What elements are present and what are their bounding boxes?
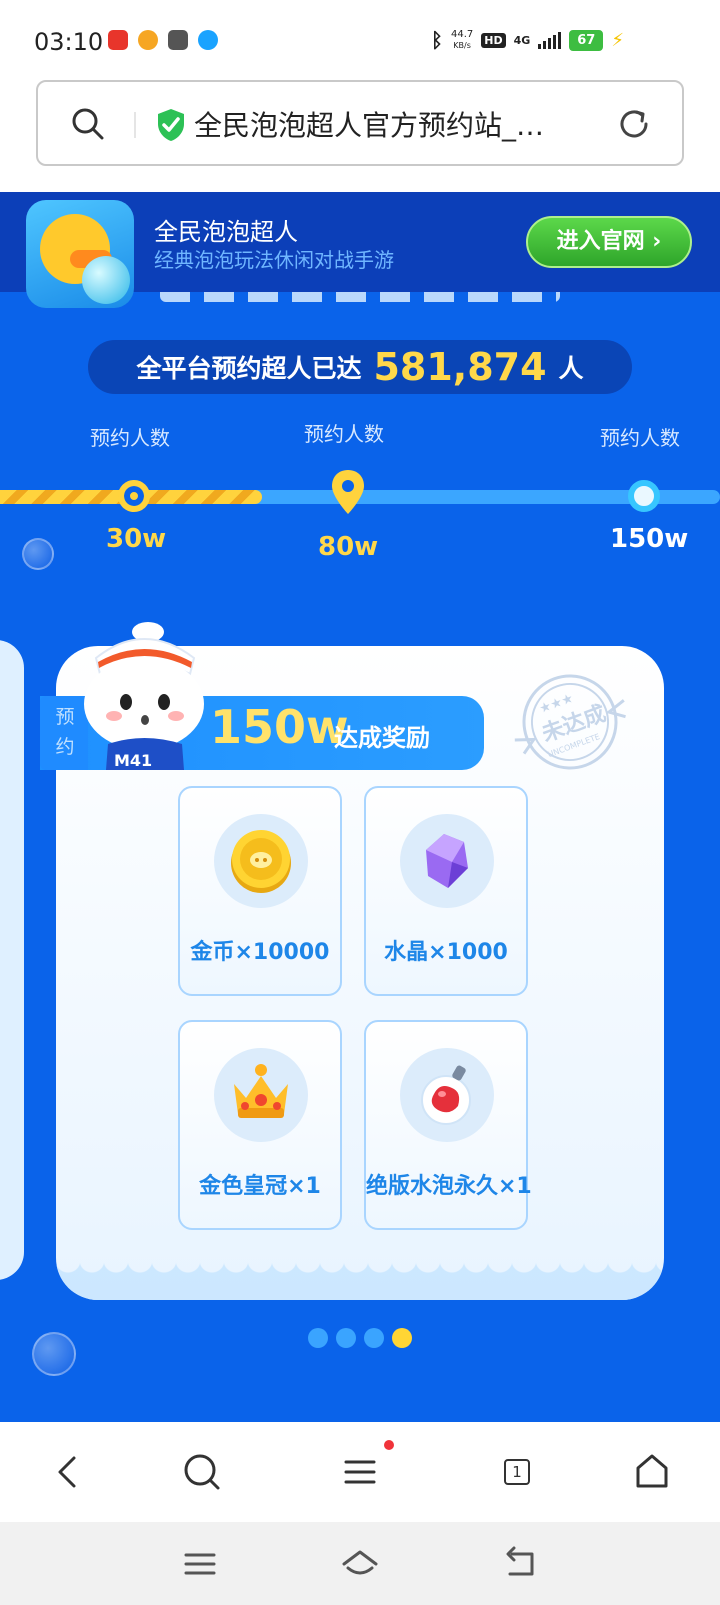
reload-icon[interactable] <box>616 106 652 146</box>
milestone-label-2: 预约人数 <box>304 422 384 446</box>
recent-apps-icon[interactable] <box>180 1544 220 1584</box>
netease-music-icon <box>108 30 128 50</box>
partial-headline <box>160 292 560 302</box>
system-navigation-bar <box>0 1522 720 1605</box>
app-description: 经典泡泡玩法休闲对战手游 <box>154 248 394 272</box>
back-icon[interactable] <box>48 1452 88 1492</box>
hd-badge: HD <box>481 32 506 48</box>
milestone-dot-150w <box>628 480 660 512</box>
menu-notification-dot <box>384 1440 394 1450</box>
gold-coin-icon <box>228 828 294 898</box>
milestone-value-80w: 80w <box>318 532 379 562</box>
system-back-icon[interactable] <box>500 1544 540 1584</box>
reservation-unit: 人 <box>558 354 584 383</box>
reservation-count: 全平台预约超人已达 581,874 人 <box>88 340 632 394</box>
carousel-dot[interactable] <box>308 1328 328 1348</box>
address-divider <box>134 112 136 138</box>
reward-icon-bg <box>214 814 308 908</box>
page-title-in-address[interactable]: 全民泡泡超人官方预约站_… <box>194 104 564 144</box>
crown-icon <box>228 1062 294 1128</box>
svg-text:M41: M41 <box>114 751 152 770</box>
app-notification-icon <box>138 30 158 50</box>
reward-icon-bg <box>400 814 494 908</box>
incomplete-stamp: ★★★ 未达成 UNCOMPLETE <box>510 662 630 782</box>
location-pin-icon <box>330 468 366 520</box>
net-speed-value: 44.7 <box>450 29 474 40</box>
signal-icon <box>538 31 562 49</box>
status-time: 03:10 <box>34 28 104 56</box>
reward-title: 达成奖励 <box>334 724 430 752</box>
water-bubble <box>82 256 130 304</box>
reward-label: 金币×10000 <box>190 940 330 965</box>
ribbon-side-label: 预约 <box>55 706 75 758</box>
notification-icons <box>108 30 218 50</box>
milestone-value-30w: 30w <box>106 524 167 554</box>
bird-app-icon <box>168 30 188 50</box>
battery-indicator: 67 <box>569 29 604 51</box>
carousel-dot-active[interactable] <box>392 1328 412 1348</box>
reward-milestone: 150w <box>210 700 349 754</box>
mascot-character: M41 <box>78 620 210 770</box>
enter-official-site-button[interactable]: 进入官网 › <box>526 216 692 268</box>
shield-check-icon <box>156 108 186 146</box>
net-speed-unit: KB/s <box>453 41 471 50</box>
browser-toolbar: 1 <box>0 1422 720 1522</box>
qq-icon <box>198 30 218 50</box>
net-speed: 44.7 KB/s <box>451 29 473 51</box>
carousel-indicator <box>308 1328 412 1348</box>
page-content: 全民泡泡超人 经典泡泡玩法休闲对战手游 进入官网 › 全平台预约超人已达 581… <box>0 192 720 1422</box>
reservation-label: 全平台预约超人已达 <box>136 354 362 383</box>
search-icon[interactable] <box>70 106 106 146</box>
reward-item-water-bomb[interactable]: 绝版水泡永久×1 <box>364 1020 532 1230</box>
card-wave-border <box>56 1260 664 1300</box>
decor-bubble <box>22 538 54 570</box>
reward-item-crystal[interactable]: 水晶×1000 <box>364 786 528 996</box>
reward-item-crown[interactable]: 金色皇冠×1 <box>178 1020 342 1230</box>
reward-item-gold-coin[interactable]: 金币×10000 <box>178 786 342 996</box>
reward-label: 金色皇冠×1 <box>199 1174 321 1199</box>
app-icon[interactable] <box>26 200 134 308</box>
milestone-dot-30w <box>118 480 150 512</box>
water-bomb-icon <box>416 1060 478 1130</box>
status-bar: 03:10 ᛒ 44.7 KB/s HD 4G 67 ⚡ <box>0 0 720 80</box>
network-type: 4G <box>513 33 531 47</box>
tabs-button[interactable]: 1 <box>497 1452 537 1492</box>
address-bar[interactable]: 全民泡泡超人官方预约站_… <box>36 80 684 166</box>
bluetooth-icon: ᛒ <box>430 28 443 52</box>
reward-icon-bg <box>214 1048 308 1142</box>
reward-icon-bg <box>400 1048 494 1142</box>
system-home-icon[interactable] <box>340 1544 380 1584</box>
carousel-dot[interactable] <box>364 1328 384 1348</box>
app-name: 全民泡泡超人 <box>154 218 298 246</box>
search-icon[interactable] <box>182 1452 222 1492</box>
status-right: ᛒ 44.7 KB/s HD 4G 67 ⚡ <box>431 28 624 52</box>
reward-label: 水晶×1000 <box>384 940 508 965</box>
home-icon[interactable] <box>632 1452 672 1492</box>
milestone-label-3: 预约人数 <box>600 426 680 450</box>
milestone-label-1: 预约人数 <box>90 426 170 450</box>
decor-bubble <box>32 1332 76 1376</box>
menu-icon[interactable] <box>340 1452 380 1492</box>
reward-label: 绝版水泡永久×1 <box>366 1174 532 1199</box>
tab-count: 1 <box>504 1459 530 1485</box>
previous-reward-card[interactable] <box>0 640 24 1280</box>
milestone-value-150w: 150w <box>610 524 689 554</box>
reservation-number: 581,874 <box>373 345 547 389</box>
carousel-dot[interactable] <box>336 1328 356 1348</box>
charging-icon: ⚡ <box>611 29 624 51</box>
crystal-icon <box>422 832 472 894</box>
